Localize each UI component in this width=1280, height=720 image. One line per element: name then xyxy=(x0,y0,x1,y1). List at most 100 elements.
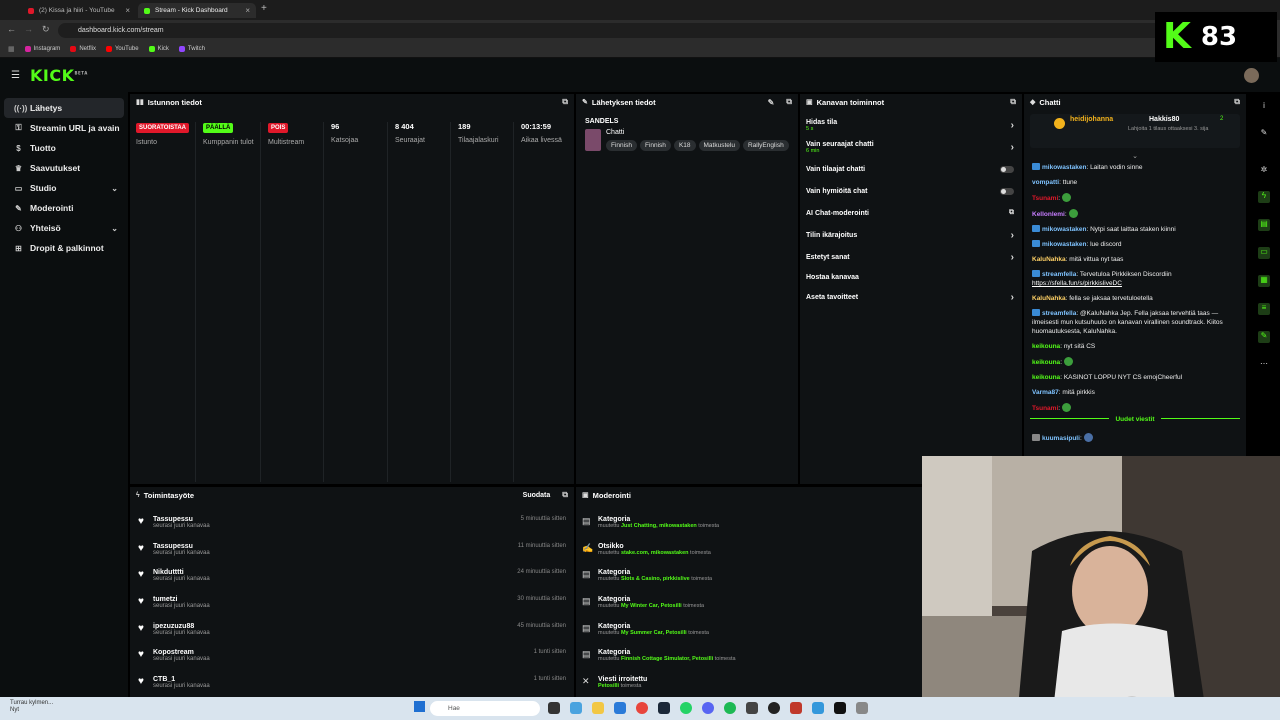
document-icon[interactable]: ▤ xyxy=(1258,219,1270,231)
popout-icon[interactable]: ⧉ xyxy=(562,490,568,500)
action-ai-moderation[interactable]: AI Chat-moderointi ⧉ xyxy=(800,202,1022,224)
moderation-entry: ✍ Otsikko muutettu stake.com, mikowastaken… xyxy=(582,542,711,556)
action-age-restriction[interactable]: Tilin ikärajoitus › xyxy=(800,224,1022,246)
message-icon[interactable]: ▭ xyxy=(1258,247,1270,259)
tag: RallyEnglish xyxy=(742,140,789,151)
obs-icon[interactable] xyxy=(768,702,780,714)
stat-viewers: 96 Katsojaa xyxy=(325,122,388,482)
avatar[interactable] xyxy=(1244,68,1259,83)
chevron-down-icon[interactable]: ⌄ xyxy=(1024,152,1246,160)
moderator-badge-icon xyxy=(1032,240,1040,247)
file-explorer-icon[interactable] xyxy=(592,702,604,714)
apps-icon[interactable]: ▦ xyxy=(8,45,15,53)
chrome-icon[interactable] xyxy=(636,702,648,714)
action-subscribers-only[interactable]: Vain tilaajat chatti xyxy=(800,158,1022,180)
chevron-right-icon: › xyxy=(1010,141,1014,153)
shield-icon: ▣ xyxy=(806,99,813,106)
bookmark-instagram[interactable]: Instagram xyxy=(24,46,60,52)
sidebar-item-studio[interactable]: ▭ Studio ⌄ xyxy=(4,178,124,198)
target-icon[interactable]: ✲ xyxy=(1258,165,1270,177)
webcam-feed xyxy=(922,456,1280,720)
clipboard-icon[interactable]: ▦ xyxy=(1258,275,1270,287)
list-icon[interactable]: ≡ xyxy=(1258,303,1270,315)
gift-icon: ⊞ xyxy=(15,243,22,253)
app-icon[interactable] xyxy=(790,702,802,714)
heart-icon: ♥ xyxy=(138,542,144,554)
kick-logo-overlay: K xyxy=(1163,16,1191,57)
share-icon[interactable]: ⋯ xyxy=(1258,359,1270,371)
tab-youtube[interactable]: (2) Kissa ja hiiri - YouTube × xyxy=(22,3,136,18)
chat-link[interactable]: https://sfella.fun/s/pirkkislivеDC xyxy=(1032,279,1240,288)
chevron-right-icon: › xyxy=(1010,119,1014,131)
discord-icon[interactable] xyxy=(702,702,714,714)
action-host-channel[interactable]: Hostaa kanavaa xyxy=(800,268,1022,286)
bookmark-kick[interactable]: Kick xyxy=(148,46,169,52)
edit-icon[interactable]: ✎ xyxy=(768,98,775,107)
app-icon[interactable] xyxy=(856,702,868,714)
subscribers-only-toggle[interactable] xyxy=(1000,165,1014,173)
popout-icon[interactable]: ⧉ xyxy=(1234,97,1240,107)
bookmark-youtube[interactable]: YouTube xyxy=(105,46,139,52)
moderation-panel: ▣ Moderointi ▤ Kategoria muutettu Just Chat… xyxy=(576,487,922,697)
emote-icon xyxy=(1068,209,1078,218)
action-emote-only[interactable]: Vain hymiöitä chat xyxy=(800,180,1022,202)
moderation-entry: ▤ Kategoria muutettu My Summer Car, Petosi… xyxy=(582,622,709,636)
close-tab-icon[interactable]: × xyxy=(245,6,250,15)
sidebar-item-community[interactable]: ⚇ Yhteisö ⌄ xyxy=(4,218,124,238)
category-icon: ▤ xyxy=(582,649,591,660)
category-icon: ▤ xyxy=(582,622,591,633)
tag: Matkustelu xyxy=(698,140,740,151)
sidebar-item-achievements[interactable]: ♛ Saavutukset xyxy=(4,158,124,178)
store-icon[interactable] xyxy=(614,702,626,714)
status-badge: POIS xyxy=(268,123,289,133)
steam-icon[interactable] xyxy=(658,702,670,714)
bolt-icon[interactable]: ϟ xyxy=(1258,191,1270,203)
whatsapp-icon[interactable] xyxy=(680,702,692,714)
new-tab-icon[interactable]: + xyxy=(261,3,267,14)
bookmark-twitch[interactable]: Twitch xyxy=(178,46,205,52)
pinned-gift-banner: heidijohanna Hakkis80 2 Lahjoita 1 tilau… xyxy=(1030,114,1240,148)
sidebar-item-moderation[interactable]: ✎ Moderointi xyxy=(4,198,124,218)
close-tab-icon[interactable]: × xyxy=(125,6,130,15)
menu-icon[interactable]: ☰ xyxy=(11,70,20,81)
moderator-badge-icon xyxy=(1032,270,1040,277)
filter-button[interactable]: Suodata xyxy=(523,492,551,499)
weather-widget[interactable]: Turrau kylmen... Nyt xyxy=(10,700,53,714)
info-icon[interactable]: i xyxy=(1258,101,1270,113)
kick-logo[interactable]: KICKBETA xyxy=(30,66,88,85)
taskbar-search[interactable]: Hae xyxy=(430,701,540,716)
sidebar-item-broadcast[interactable]: ((·)) Lähetys xyxy=(4,98,124,118)
popout-icon[interactable]: ⧉ xyxy=(786,97,792,107)
emote-icon xyxy=(1063,357,1073,366)
bookmark-netflix[interactable]: Netflix xyxy=(70,46,96,52)
sidebar-item-drops[interactable]: ⊞ Dropit & palkinnot xyxy=(4,238,124,258)
address-bar[interactable]: dashboard.kick.com/stream xyxy=(58,23,1198,38)
forward-icon[interactable]: → xyxy=(24,24,33,34)
task-view-icon[interactable] xyxy=(548,702,560,714)
reload-icon[interactable]: ↻ xyxy=(42,24,50,35)
wrench-icon[interactable]: ✎ xyxy=(1258,331,1270,343)
copilot-icon[interactable] xyxy=(570,702,582,714)
wrench-icon: ✎ xyxy=(582,99,588,106)
back-icon[interactable]: ← xyxy=(7,24,16,34)
kick-icon xyxy=(144,7,150,14)
windows-start-icon[interactable] xyxy=(414,701,425,712)
action-followers-only[interactable]: Vain seuraajat chatti 6 min › xyxy=(800,136,1022,158)
sidebar-item-stream-key[interactable]: ⚿ Streamin URL ja avain xyxy=(4,118,124,138)
broadcast-icon: ((·)) xyxy=(14,103,28,113)
chat-message: Kellonlemi: xyxy=(1024,206,1246,222)
action-set-goals[interactable]: Aseta tavoitteet › xyxy=(800,286,1022,308)
pen-icon[interactable]: ✎ xyxy=(1258,128,1270,140)
action-slow-mode[interactable]: Hidas tila 5 s › xyxy=(800,114,1022,136)
spotify-icon[interactable] xyxy=(724,702,736,714)
capcut-icon[interactable] xyxy=(834,702,846,714)
sidebar-item-revenue[interactable]: $ Tuotto xyxy=(4,138,124,158)
action-blocked-words[interactable]: Estetyt sanat › xyxy=(800,246,1022,268)
emote-only-toggle[interactable] xyxy=(1000,187,1014,195)
popout-icon[interactable]: ⧉ xyxy=(1010,97,1016,107)
app-icon[interactable] xyxy=(746,702,758,714)
shield-icon: ▣ xyxy=(582,492,589,499)
tab-kick-dashboard[interactable]: Stream - Kick Dashboard × xyxy=(138,3,256,18)
popout-icon[interactable]: ⧉ xyxy=(562,97,568,107)
app-icon[interactable] xyxy=(812,702,824,714)
